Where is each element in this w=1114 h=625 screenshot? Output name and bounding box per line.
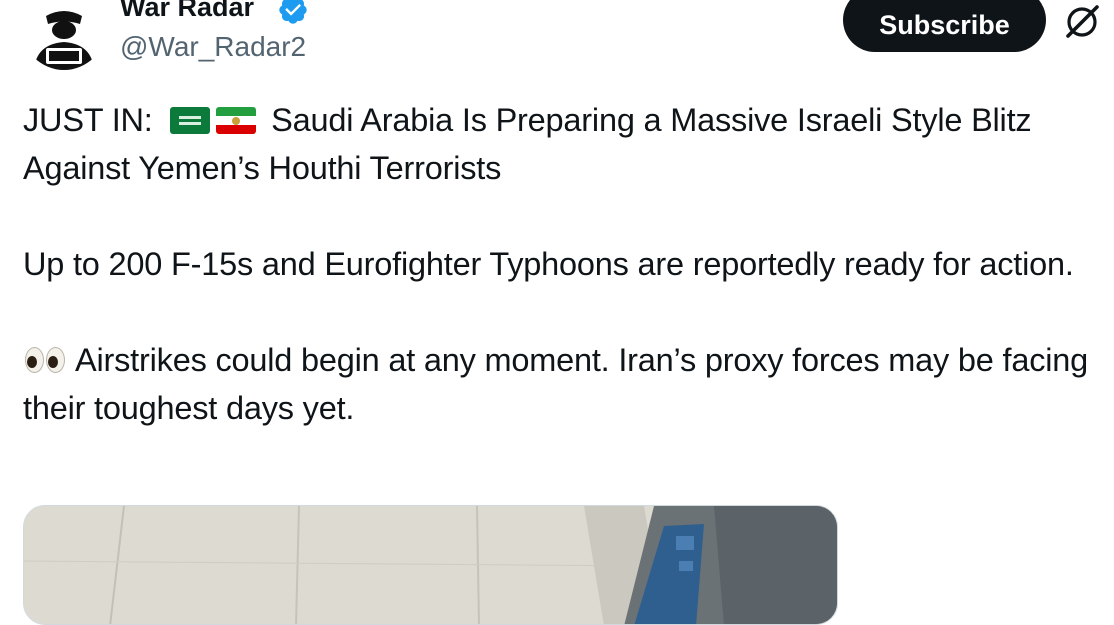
eyes-emoji-icon	[23, 345, 67, 375]
tweet-text: JUST IN: Saudi Arabia Is Preparing a Mas…	[23, 96, 1098, 480]
tweet-paragraph: Airstrikes could begin at any moment. Ir…	[23, 336, 1098, 432]
avatar[interactable]	[22, 0, 106, 70]
verified-badge-icon	[279, 0, 307, 24]
tweet-prefix: JUST IN:	[23, 102, 153, 138]
tweet-media-photo[interactable]	[23, 505, 838, 625]
user-handle[interactable]: @War_Radar2	[120, 30, 306, 64]
iran-flag-icon	[216, 107, 257, 134]
saudi-arabia-flag-icon	[170, 107, 211, 134]
tweet-paragraph: JUST IN: Saudi Arabia Is Preparing a Mas…	[23, 96, 1098, 192]
media-photo	[24, 506, 837, 624]
display-name[interactable]: War Radar	[120, 0, 254, 22]
subscribe-button[interactable]: Subscribe	[843, 0, 1046, 52]
tweet-paragraph: Up to 200 F-15s and Eurofighter Typhoons…	[23, 246, 1074, 282]
grok-icon[interactable]	[1064, 4, 1100, 40]
tweet-paragraph-text: Airstrikes could begin at any moment. Ir…	[23, 342, 1089, 426]
hacker-hood-icon	[22, 0, 106, 70]
